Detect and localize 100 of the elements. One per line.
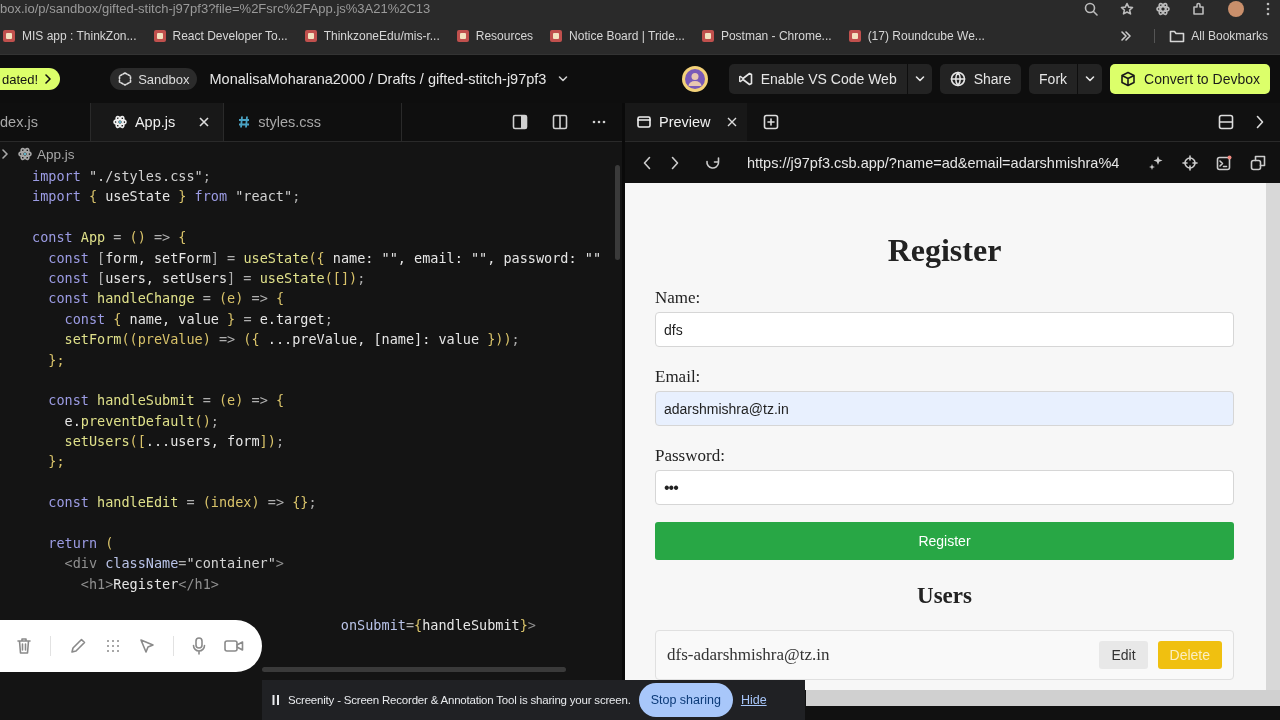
- more-icon[interactable]: [592, 120, 606, 124]
- scrollbar[interactable]: [262, 667, 566, 672]
- new-tab-icon[interactable]: [762, 114, 779, 130]
- url-field[interactable]: https://j97pf3.csb.app/?name=ad&email=adarshmishra%4: [747, 154, 1120, 171]
- favicon-icon: [152, 29, 167, 43]
- crosshair-icon[interactable]: [1182, 154, 1198, 171]
- code-line: const handleEdit = (index) => {};: [48, 494, 317, 511]
- panel-toggle-icon[interactable]: [512, 114, 528, 130]
- favicon-icon: [549, 29, 564, 43]
- terminal-icon[interactable]: [1216, 154, 1232, 171]
- dropdown-button[interactable]: [907, 64, 932, 94]
- code-line: setForm((preValue) => ({ ...preValue, [name]: value }));: [64, 331, 520, 348]
- code-line: };: [48, 453, 65, 470]
- atom-icon: [18, 147, 32, 161]
- star-icon[interactable]: [1120, 2, 1134, 16]
- scrollbar[interactable]: [1266, 183, 1280, 690]
- split-editor-icon[interactable]: [552, 114, 568, 130]
- sparkle-icon[interactable]: [1148, 154, 1164, 171]
- bookmark-link[interactable]: MIS app : ThinkZon...: [2, 29, 137, 43]
- search-icon[interactable]: [1084, 2, 1098, 16]
- bookmark-link[interactable]: React Developer To...: [152, 29, 288, 43]
- edit-button[interactable]: Edit: [1099, 641, 1148, 669]
- share-button[interactable]: Share: [939, 64, 1022, 94]
- bookmark-link[interactable]: Notice Board | Tride...: [549, 29, 685, 43]
- vscode-icon: [738, 72, 753, 86]
- input-field[interactable]: dfs: [655, 312, 1234, 347]
- bookmark-link[interactable]: ThinkzoneEdu/mis-r...: [303, 29, 440, 43]
- all-bookmarks-link[interactable]: All Bookmarks: [1154, 29, 1268, 43]
- video-camera-icon[interactable]: [224, 639, 244, 653]
- bookmark-link[interactable]: Resources: [455, 29, 534, 43]
- chevrons-right-icon[interactable]: [1120, 30, 1133, 42]
- code-line: const [users, setUsers] = useState([]);: [48, 269, 366, 286]
- code-line: <div className="container">: [64, 555, 284, 572]
- puzzle-icon[interactable]: [1192, 2, 1206, 16]
- file-breadcrumb[interactable]: App.js: [18, 146, 75, 162]
- code-line: return (: [48, 535, 114, 552]
- file-tab[interactable]: styles.css: [224, 103, 403, 141]
- chevron-down-icon: [1085, 75, 1096, 83]
- stop-sharing-button[interactable]: Stop sharing: [638, 683, 733, 717]
- pause-icon: [272, 694, 280, 706]
- back-icon[interactable]: [643, 155, 651, 170]
- microphone-icon[interactable]: [192, 637, 206, 655]
- user-entry: dfs-adarshmishra@tz.in: [667, 645, 830, 665]
- update-pill[interactable]: dated!: [0, 68, 61, 90]
- field-label: Email:: [655, 367, 702, 387]
- kebab-menu-icon[interactable]: [1266, 2, 1270, 16]
- code-line: import "./styles.css";: [32, 168, 211, 184]
- dropdown-button[interactable]: [1078, 64, 1103, 94]
- preview-tab[interactable]: Preview: [625, 103, 747, 141]
- hide-link[interactable]: Hide: [740, 693, 767, 707]
- sandbox-chip[interactable]: Sandbox: [110, 68, 198, 90]
- field-label: Name:: [655, 288, 702, 308]
- convert-to-devbox-button[interactable]: Convert to Devbox: [1110, 64, 1270, 94]
- input-field[interactable]: adarshmishra@tz.in: [655, 391, 1234, 426]
- vscode-button[interactable]: Enable VS Code Web: [728, 64, 907, 94]
- field-label: Password:: [655, 446, 726, 466]
- globe-icon: [949, 71, 966, 87]
- code-line: setUsers([...users, form]);: [64, 433, 284, 450]
- box-icon: [1120, 71, 1137, 87]
- split-panel-icon[interactable]: [1218, 114, 1234, 130]
- reload-icon[interactable]: [705, 154, 721, 171]
- code-line: const App = () => {: [32, 229, 187, 246]
- chevron-down-icon[interactable]: [558, 75, 569, 83]
- share-message: Screenity - Screen Recorder & Annotation Tool is sharing your screen.: [288, 694, 631, 706]
- atom-icon[interactable]: [1156, 2, 1170, 16]
- folder-icon: [1169, 29, 1186, 43]
- favicon-icon: [700, 29, 715, 43]
- page-title: Register: [886, 231, 1003, 270]
- external-window-icon[interactable]: [1250, 154, 1266, 171]
- fork-button[interactable]: Fork: [1029, 64, 1078, 94]
- chevron-right-icon: [2, 149, 8, 159]
- file-tab[interactable]: dex.js: [0, 103, 91, 141]
- hash-icon: [238, 115, 251, 129]
- input-field[interactable]: •••: [655, 470, 1234, 505]
- project-breadcrumb[interactable]: MonalisaMoharana2000 / Drafts / gifted-stitch-j97pf3: [209, 71, 547, 87]
- cube-icon: [118, 72, 133, 86]
- bookmark-link[interactable]: Postman - Chrome...: [700, 29, 832, 43]
- chevron-right-icon: [44, 74, 53, 84]
- file-tab[interactable]: App.js: [90, 103, 225, 141]
- code-line: const handleSubmit = (e) => {: [48, 392, 285, 409]
- close-icon[interactable]: [199, 117, 210, 127]
- atom-icon: [112, 115, 127, 129]
- trash-icon[interactable]: [16, 637, 32, 655]
- pencil-icon[interactable]: [69, 637, 87, 655]
- favicon-icon: [455, 29, 470, 43]
- chevron-right-icon[interactable]: [1256, 115, 1264, 129]
- profile-avatar[interactable]: [1228, 1, 1244, 17]
- grid-dots-icon[interactable]: [105, 638, 121, 654]
- cursor-icon[interactable]: [139, 638, 155, 654]
- favicon-icon: [303, 29, 318, 43]
- forward-icon[interactable]: [671, 155, 679, 170]
- close-icon[interactable]: [726, 117, 737, 127]
- scrollbar[interactable]: [806, 690, 1280, 706]
- bookmark-link[interactable]: (17) Roundcube We...: [847, 29, 985, 43]
- code-line: <h1>Register</h1>: [80, 575, 219, 592]
- code-line: import { useState } from "react";: [32, 188, 301, 205]
- avatar-icon[interactable]: [680, 65, 709, 93]
- scrollbar[interactable]: [615, 165, 620, 260]
- window-icon: [637, 116, 651, 128]
- code-line: onSubmit={handleSubmit}>: [340, 616, 536, 633]
